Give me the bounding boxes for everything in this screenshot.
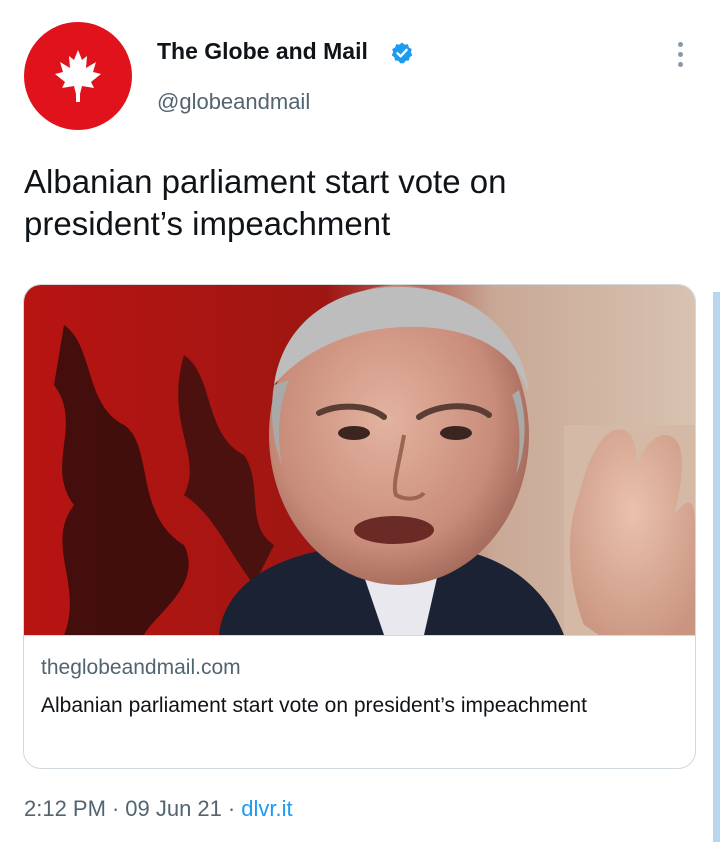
link-card[interactable]: theglobeandmail.com Albanian parliament …	[23, 284, 696, 769]
tweet-time[interactable]: 2:12 PM	[24, 796, 106, 821]
maple-leaf-icon	[55, 50, 101, 102]
handle[interactable]: @globeandmail	[157, 89, 310, 115]
card-domain: theglobeandmail.com	[41, 656, 241, 679]
meta-separator: ·	[111, 796, 120, 821]
more-dot	[677, 51, 683, 57]
avatar[interactable]	[24, 22, 132, 130]
display-name[interactable]: The Globe and Mail	[157, 38, 368, 65]
tweet-date[interactable]: 09 Jun 21	[125, 796, 222, 821]
more-dot	[677, 61, 683, 67]
meta-separator: ·	[227, 796, 236, 821]
tweet-meta: 2:12 PM · 09 Jun 21 · dlvr.it	[24, 796, 293, 822]
more-vertical-icon[interactable]	[664, 36, 696, 72]
news-photo	[24, 285, 695, 635]
scroll-indicator	[713, 292, 720, 842]
tweet-source-link[interactable]: dlvr.it	[241, 796, 292, 821]
more-dot	[677, 41, 683, 47]
card-image[interactable]	[24, 285, 695, 636]
verified-badge-icon	[391, 42, 413, 64]
card-title: Albanian parliament start vote on presid…	[41, 694, 587, 717]
tweet-text: Albanian parliament start vote on presid…	[24, 163, 507, 242]
